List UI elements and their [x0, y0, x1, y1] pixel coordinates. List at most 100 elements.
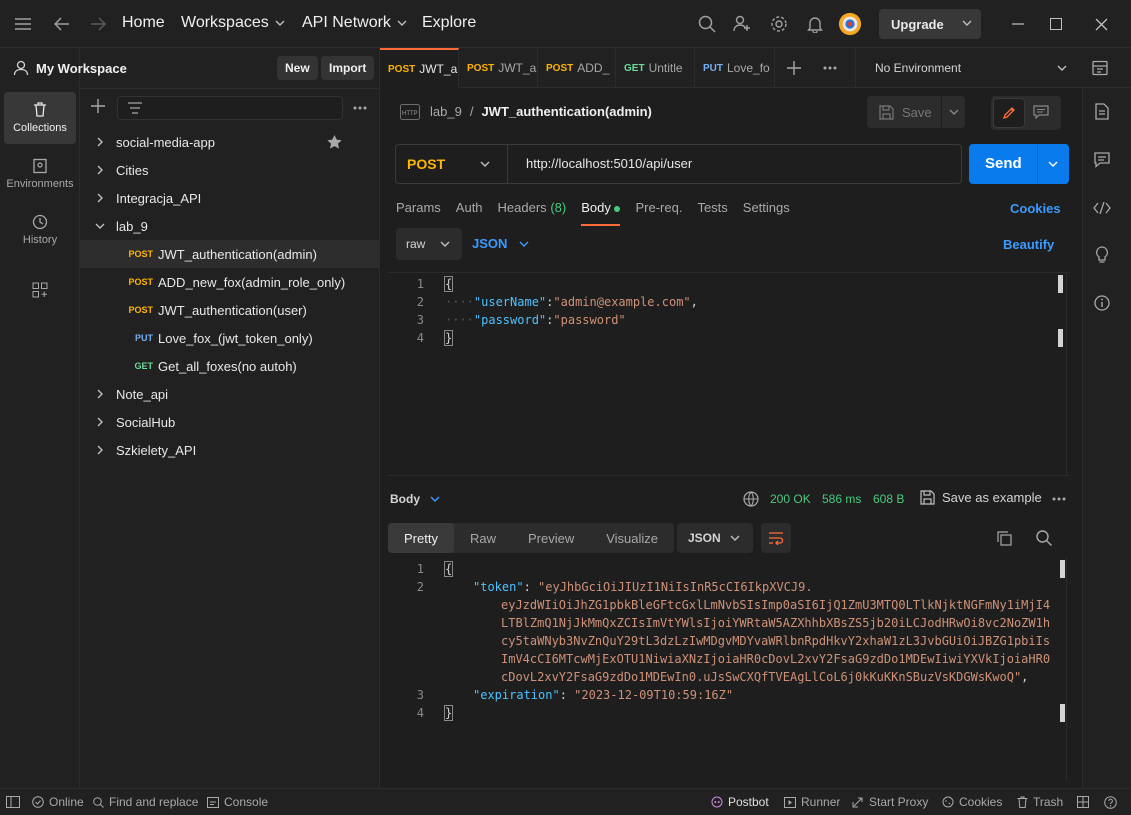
tab-pretty[interactable]: Pretty	[388, 523, 454, 553]
collection-item-lab-9[interactable]: lab_9	[80, 212, 379, 240]
edit-mode-button[interactable]	[993, 98, 1025, 128]
star-icon[interactable]	[327, 135, 342, 149]
copy-icon[interactable]	[997, 531, 1012, 546]
body-mode-select[interactable]: raw	[396, 228, 462, 260]
invite-user-icon[interactable]	[730, 12, 754, 36]
request-item-add-new-fox[interactable]: POST ADD_new_fox(admin_role_only)	[80, 268, 379, 296]
more-options-icon[interactable]	[353, 106, 367, 110]
wrap-lines-button[interactable]	[761, 523, 791, 553]
method-select[interactable]: POST	[396, 145, 508, 183]
comment-mode-icon[interactable]	[1033, 105, 1049, 119]
body-format-select[interactable]: JSON	[472, 236, 529, 251]
tab-untitled[interactable]: GET Untitle	[616, 48, 695, 88]
tabs-more-icon[interactable]	[823, 66, 837, 70]
documentation-icon[interactable]	[1095, 103, 1109, 120]
response-size[interactable]: 608 B	[873, 492, 904, 506]
tab-pre-request[interactable]: Pre-req.	[635, 200, 682, 226]
response-body-select[interactable]: Body	[390, 492, 440, 506]
nav-explore[interactable]: Explore	[422, 14, 476, 32]
globe-icon[interactable]	[743, 491, 759, 507]
rail-configure-workbench[interactable]	[4, 264, 76, 316]
lightbulb-icon[interactable]	[1094, 246, 1110, 264]
start-proxy[interactable]: Start Proxy	[852, 795, 928, 809]
runner[interactable]: Runner	[784, 795, 840, 809]
close-icon[interactable]	[1089, 12, 1113, 36]
add-collection-plus-icon[interactable]	[91, 99, 105, 113]
scrollbar[interactable]	[1060, 704, 1065, 722]
maximize-icon[interactable]	[1044, 12, 1068, 36]
rail-collections[interactable]: Collections	[4, 92, 76, 144]
collection-item-note-api[interactable]: Note_api	[80, 380, 379, 408]
response-status[interactable]: 200 OK	[770, 492, 811, 506]
environment-quick-look-icon[interactable]	[1092, 60, 1108, 76]
tab-jwt-admin[interactable]: POST JWT_a	[380, 48, 459, 88]
beautify-link[interactable]: Beautify	[1003, 237, 1054, 252]
cookies-link[interactable]: Cookies	[1010, 201, 1061, 216]
find-and-replace[interactable]: Find and replace	[93, 795, 198, 809]
tab-tests[interactable]: Tests	[697, 200, 727, 226]
tab-raw[interactable]: Raw	[454, 523, 512, 553]
comments-icon[interactable]	[1094, 152, 1110, 168]
rail-environments[interactable]: Environments	[4, 148, 76, 200]
online-status[interactable]: Online	[32, 795, 84, 809]
settings-gear-icon[interactable]	[767, 12, 791, 36]
upgrade-button[interactable]: Upgrade	[879, 9, 981, 39]
response-time[interactable]: 586 ms	[822, 492, 861, 506]
send-button[interactable]: Send	[969, 144, 1069, 184]
forward-arrow-icon[interactable]	[86, 12, 110, 36]
response-format-select[interactable]: JSON	[677, 523, 753, 553]
scrollbar[interactable]	[1060, 560, 1065, 578]
tab-love-fox[interactable]: PUT Love_fo	[695, 48, 775, 88]
new-button[interactable]: New	[277, 56, 318, 80]
menu-icon[interactable]	[11, 12, 35, 36]
request-body-editor[interactable]: 1 2 3 4 { ····"userName":"admin@example.…	[388, 272, 1070, 476]
request-item-love-fox[interactable]: PUT Love_fox_(jwt_token_only)	[80, 324, 379, 352]
layout-grid-icon[interactable]	[1077, 796, 1089, 808]
environment-selector[interactable]: No Environment	[855, 48, 1075, 88]
import-button[interactable]: Import	[321, 56, 375, 80]
search-icon[interactable]	[695, 12, 719, 36]
breadcrumb-parent[interactable]: lab_9	[430, 104, 462, 119]
save-as-example-button[interactable]: Save as example	[920, 490, 1042, 505]
request-item-get-all-foxes[interactable]: GET Get_all_foxes(no autoh)	[80, 352, 379, 380]
tab-params[interactable]: Params	[396, 200, 441, 226]
back-arrow-icon[interactable]	[50, 12, 74, 36]
console[interactable]: Console	[207, 795, 268, 809]
search-icon[interactable]	[1036, 530, 1052, 546]
trash[interactable]: Trash	[1017, 795, 1063, 809]
tab-visualize[interactable]: Visualize	[590, 523, 674, 553]
tab-auth[interactable]: Auth	[456, 200, 483, 226]
notifications-bell-icon[interactable]	[803, 12, 827, 36]
collection-item-szkielety-api[interactable]: Szkielety_API	[80, 436, 379, 464]
request-name[interactable]: JWT_authentication(admin)	[481, 104, 651, 119]
tab-settings[interactable]: Settings	[743, 200, 790, 226]
code-snippet-icon[interactable]	[1093, 202, 1111, 214]
request-item-jwt-authentication-user[interactable]: POST JWT_authentication(user)	[80, 296, 379, 324]
nav-api-network[interactable]: API Network	[302, 14, 407, 32]
collection-item-cities[interactable]: Cities	[80, 156, 379, 184]
collection-item-integracja-api[interactable]: Integracja_API	[80, 184, 379, 212]
tab-body[interactable]: Body	[581, 200, 621, 226]
avatar[interactable]	[838, 12, 862, 36]
sidebar-toggle-icon[interactable]	[6, 796, 20, 808]
request-item-jwt-authentication-admin[interactable]: POST JWT_authentication(admin)	[80, 240, 379, 268]
tab-preview[interactable]: Preview	[512, 523, 590, 553]
cookies-status[interactable]: Cookies	[942, 795, 1002, 809]
tab-jwt-user[interactable]: POST JWT_a	[459, 48, 538, 88]
save-button[interactable]: Save	[867, 96, 965, 128]
postbot[interactable]: Postbot	[711, 795, 769, 809]
tab-headers[interactable]: Headers (8)	[498, 200, 567, 226]
nav-home[interactable]: Home	[122, 14, 165, 32]
scrollbar[interactable]	[1058, 329, 1063, 347]
workspace-title[interactable]: My Workspace	[36, 61, 127, 76]
nav-workspaces[interactable]: Workspaces	[181, 14, 285, 32]
help-icon[interactable]	[1104, 796, 1117, 809]
minimize-icon[interactable]	[1006, 12, 1030, 36]
filter-input[interactable]	[117, 96, 343, 120]
url-input[interactable]: http://localhost:5010/api/user	[526, 156, 692, 171]
tab-add-fox[interactable]: POST ADD_	[538, 48, 616, 88]
response-body-viewer[interactable]: 1 2 3 4 { "token": "eyJhbGciOiJIUzI1NiIs…	[388, 558, 1070, 780]
new-tab-plus-icon[interactable]	[787, 61, 801, 75]
collection-item-socialhub[interactable]: SocialHub	[80, 408, 379, 436]
collection-item-social-media-app[interactable]: social-media-app	[80, 128, 379, 156]
